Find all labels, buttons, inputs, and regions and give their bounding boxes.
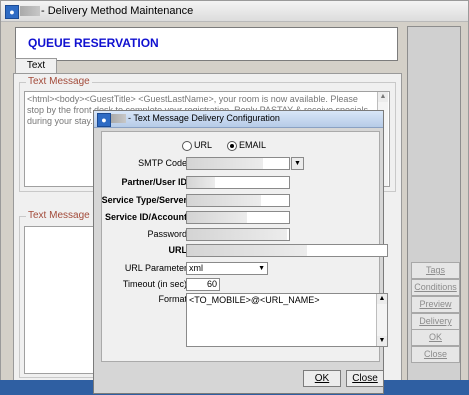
partner-user-id-field[interactable] [186, 176, 290, 189]
dialog-form-panel: URL EMAIL SMTP Code ▼ Partner/User ID Se… [101, 131, 388, 362]
password-label: Password [147, 229, 187, 239]
redacted-app-name [20, 6, 40, 16]
dialog-title-bar: ● - Text Message Delivery Configuration [94, 111, 383, 128]
redacted-value [187, 245, 307, 256]
dialog-app-icon: ● [97, 113, 111, 127]
service-id-account-label: Service ID/Account [104, 212, 187, 222]
redacted-value [187, 229, 287, 240]
smtp-code-label: SMTP Code [138, 158, 187, 168]
scroll-up-arrow-icon[interactable]: ▲ [378, 92, 388, 102]
partner-user-id-label: Partner/User ID [121, 177, 187, 187]
page-heading: QUEUE RESERVATION [28, 36, 159, 50]
text-message-delivery-config-dialog: ● - Text Message Delivery Configuration … [93, 110, 388, 394]
format-value: <TO_MOBILE>@<URL_NAME> [189, 295, 320, 305]
url-field[interactable] [186, 244, 388, 257]
scroll-up-arrow-icon[interactable]: ▲ [377, 294, 387, 304]
url-parameter-select[interactable]: xml ▼ [186, 262, 268, 275]
redacted-value [187, 195, 261, 206]
redacted-dialog-app-name [111, 114, 126, 123]
dialog-title: - Text Message Delivery Configuration [128, 113, 280, 123]
tags-button[interactable]: Tags [411, 262, 460, 279]
tab-text-msg[interactable]: Text Msg. [15, 58, 57, 85]
url-radio[interactable] [182, 141, 192, 151]
close-label: Close [352, 373, 378, 384]
preview-textarea[interactable] [24, 226, 98, 374]
url-radio-label: URL [194, 140, 213, 150]
heading-box: QUEUE RESERVATION [15, 27, 398, 61]
main-title-bar: ● - Delivery Method Maintenance [1, 1, 468, 22]
format-scrollbar[interactable]: ▲ ▼ [376, 294, 387, 346]
service-id-account-field[interactable] [186, 211, 290, 224]
text-message-group-label: Text Message [26, 76, 92, 87]
url-parameter-value: xml [189, 263, 203, 273]
password-field[interactable] [186, 228, 290, 241]
scroll-down-arrow-icon[interactable]: ▼ [377, 336, 387, 346]
timeout-value: 60 [206, 279, 217, 289]
smtp-code-field[interactable] [186, 157, 290, 170]
ok-label: OK [314, 373, 330, 384]
url-parameter-label: URL Parameter [124, 263, 187, 273]
close-side-button[interactable]: Close [411, 346, 460, 363]
ok-side-button[interactable]: OK [411, 329, 460, 346]
url-label: URL [168, 245, 188, 255]
main-window-title: - Delivery Method Maintenance [41, 5, 194, 17]
smtp-code-lookup-icon[interactable]: ▼ [291, 157, 304, 170]
preview-button[interactable]: Preview [411, 296, 460, 313]
redacted-value [187, 177, 215, 188]
service-type-server-field[interactable] [186, 194, 290, 207]
conditions-button[interactable]: Conditions [411, 279, 460, 296]
format-label: Format [158, 294, 187, 304]
format-textarea[interactable]: <TO_MOBILE>@<URL_NAME> ▲ ▼ [186, 293, 388, 347]
timeout-field[interactable]: 60 [186, 278, 220, 291]
text-message-preview-group: Text Message Previ [19, 210, 118, 378]
timeout-label: Timeout (in sec) [122, 279, 187, 289]
delivery-button[interactable]: Delivery [411, 313, 460, 330]
dialog-ok-button[interactable]: OK [303, 370, 341, 387]
window-app-icon: ● [5, 5, 19, 19]
email-radio-label: EMAIL [239, 140, 267, 150]
dialog-close-button[interactable]: Close [346, 370, 384, 387]
email-radio[interactable] [227, 141, 237, 151]
redacted-value [187, 158, 263, 169]
service-type-server-label: Service Type/Server [101, 195, 187, 205]
redacted-value [187, 212, 247, 223]
chevron-down-icon[interactable]: ▼ [258, 263, 265, 274]
